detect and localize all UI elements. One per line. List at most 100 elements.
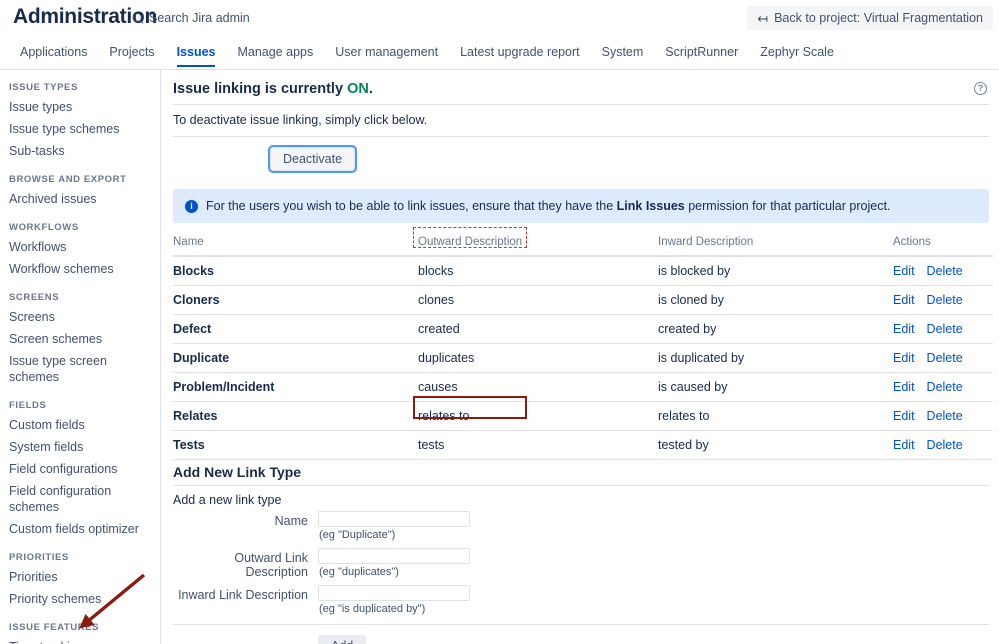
tab-zephyr-scale[interactable]: Zephyr Scale: [749, 42, 845, 67]
help-question-icon[interactable]: ?: [974, 82, 987, 95]
edit-link[interactable]: Edit: [893, 351, 915, 365]
admin-sidebar: ISSUE TYPES Issue types Issue type schemes…: [0, 70, 161, 644]
sidebar-item-custom-fields[interactable]: Custom fields: [0, 414, 160, 436]
cell-actions: Edit Delete: [893, 256, 993, 286]
sidebar-item-field-configurations[interactable]: Field configurations: [0, 458, 160, 480]
deactivate-instructions: To deactivate issue linking, simply clic…: [173, 105, 989, 137]
cell-name: Cloners: [173, 285, 418, 315]
cell-actions: Edit Delete: [893, 430, 993, 460]
table-row: Tests tests tested by Edit Delete: [173, 430, 993, 460]
search-input[interactable]: Search Jira admin: [133, 11, 250, 25]
delete-link[interactable]: Delete: [927, 409, 963, 423]
search-icon: [133, 12, 144, 24]
edit-link[interactable]: Edit: [893, 293, 915, 307]
add-link-type-description: Add a new link type: [173, 493, 282, 507]
deactivate-button[interactable]: Deactivate: [270, 147, 356, 171]
link-issues-permission-banner: i For the users you wish to be able to l…: [173, 189, 989, 223]
input-inward-link-description[interactable]: [318, 585, 470, 601]
delete-link[interactable]: Delete: [927, 380, 963, 394]
status-section-header: Issue linking is currently ON. ?: [173, 70, 989, 105]
column-header-name: Name: [173, 231, 418, 257]
banner-text-after: permission for that particular project.: [684, 199, 891, 213]
sidebar-item-time-tracking[interactable]: Time tracking: [0, 636, 160, 644]
edit-link[interactable]: Edit: [893, 438, 915, 452]
banner-text-before: For the users you wish to be able to lin…: [206, 199, 617, 213]
back-to-project-label: Back to project: Virtual Fragmentation: [774, 11, 983, 25]
delete-link[interactable]: Delete: [927, 264, 963, 278]
sidebar-group: BROWSE AND EXPORT Archived issues: [0, 174, 160, 210]
sidebar-item-screens[interactable]: Screens: [0, 306, 160, 328]
delete-link[interactable]: Delete: [927, 293, 963, 307]
sidebar-group: WORKFLOWS Workflows Workflow schemes: [0, 222, 160, 280]
cell-name: Duplicate: [173, 343, 418, 373]
edit-link[interactable]: Edit: [893, 322, 915, 336]
sidebar-item-workflow-schemes[interactable]: Workflow schemes: [0, 258, 160, 280]
sidebar-item-custom-fields-optimizer[interactable]: Custom fields optimizer: [0, 518, 160, 540]
tab-user-management[interactable]: User management: [324, 42, 449, 67]
status-prefix-label: Issue linking is currently: [173, 81, 348, 97]
add-link-type-form: Name (eg "Duplicate") Outward Link Descrip…: [173, 511, 989, 620]
sidebar-item-sub-tasks[interactable]: Sub-tasks: [0, 140, 160, 162]
search-placeholder-label: Search Jira admin: [149, 11, 250, 25]
sidebar-item-issue-type-screen-schemes[interactable]: Issue type screen schemes: [0, 350, 160, 388]
sidebar-item-field-configuration-schemes[interactable]: Field configuration schemes: [0, 480, 160, 518]
tab-issues[interactable]: Issues: [166, 42, 227, 67]
deactivate-button-row: Deactivate: [173, 137, 989, 183]
cell-actions: Edit Delete: [893, 401, 993, 431]
sidebar-item-priorities[interactable]: Priorities: [0, 566, 160, 588]
sidebar-group-title: WORKFLOWS: [9, 222, 79, 233]
cell-actions: Edit Delete: [893, 343, 993, 373]
cell-outward-description: duplicates: [418, 343, 658, 373]
tab-manage-apps[interactable]: Manage apps: [226, 42, 324, 67]
input-name[interactable]: [318, 511, 470, 527]
sidebar-item-screen-schemes[interactable]: Screen schemes: [0, 328, 160, 350]
edit-link[interactable]: Edit: [893, 264, 915, 278]
form-field-wrap: (eg "duplicates"): [318, 548, 470, 583]
delete-link[interactable]: Delete: [927, 438, 963, 452]
table-row: Relates relates to relates to Edit Delete: [173, 401, 993, 431]
table-row: Duplicate duplicates is duplicated by Edit D…: [173, 343, 993, 373]
tab-system[interactable]: System: [591, 42, 655, 67]
sidebar-item-issue-types[interactable]: Issue types: [0, 96, 160, 118]
table-row: Problem/Incident causes is caused by Edit De…: [173, 372, 993, 402]
sidebar-group-title: ISSUE TYPES: [9, 82, 78, 93]
table-row: Cloners clones is cloned by Edit Delete: [173, 285, 993, 315]
sidebar-item-issue-type-schemes[interactable]: Issue type schemes: [0, 118, 160, 140]
info-circle-icon: i: [185, 200, 198, 213]
cell-inward-description: is cloned by: [658, 285, 893, 315]
sidebar-item-archived-issues[interactable]: Archived issues: [0, 188, 160, 210]
cell-outward-description: relates to: [418, 401, 658, 431]
tab-applications[interactable]: Applications: [9, 42, 98, 67]
banner-text: For the users you wish to be able to lin…: [206, 199, 890, 213]
admin-tab-bar: Applications Projects Issues Manage apps Use…: [0, 42, 999, 70]
tab-latest-upgrade-report[interactable]: Latest upgrade report: [449, 42, 591, 67]
sidebar-item-workflows[interactable]: Workflows: [0, 236, 160, 258]
status-value-label: ON: [347, 81, 369, 97]
tab-projects[interactable]: Projects: [98, 42, 165, 67]
back-to-project-button[interactable]: ↤ Back to project: Virtual Fragmentation: [747, 6, 993, 30]
cell-inward-description: is caused by: [658, 372, 893, 402]
edit-link[interactable]: Edit: [893, 380, 915, 394]
status-suffix-label: .: [368, 81, 373, 97]
cell-actions: Edit Delete: [893, 314, 993, 344]
link-types-table: Name Outward Description Inward Descriptio…: [173, 231, 993, 460]
edit-link[interactable]: Edit: [893, 409, 915, 423]
add-button[interactable]: Add: [318, 635, 367, 644]
cell-outward-description: clones: [418, 285, 658, 315]
main-content: Issue linking is currently ON. ? To deac…: [161, 70, 999, 644]
cell-inward-description: relates to: [658, 401, 893, 431]
form-field-wrap: (eg "Duplicate"): [318, 511, 470, 546]
table-body: Blocks blocks is blocked by Edit Delete Clone…: [173, 256, 993, 460]
delete-link[interactable]: Delete: [927, 351, 963, 365]
cell-outward-description: tests: [418, 430, 658, 460]
column-header-actions: Actions: [893, 231, 993, 257]
cell-inward-description: is duplicated by: [658, 343, 893, 373]
sidebar-item-priority-schemes[interactable]: Priority schemes: [0, 588, 160, 610]
tab-scriptrunner[interactable]: ScriptRunner: [654, 42, 749, 67]
delete-link[interactable]: Delete: [927, 322, 963, 336]
table-header-row: Name Outward Description Inward Descriptio…: [173, 231, 993, 257]
sidebar-group: ISSUE TYPES Issue types Issue type schemes…: [0, 82, 160, 162]
input-outward-link-description[interactable]: [318, 548, 470, 564]
sidebar-item-system-fields[interactable]: System fields: [0, 436, 160, 458]
cell-name: Relates: [173, 401, 418, 431]
